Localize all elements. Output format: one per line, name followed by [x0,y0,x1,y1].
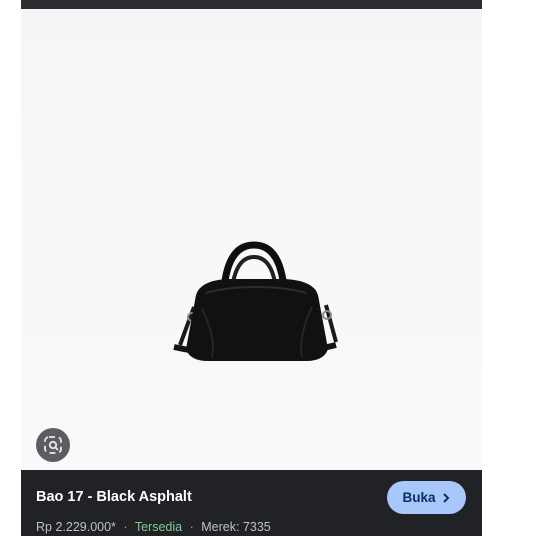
top-strip [21,0,482,9]
product-brand: Merek: 7335 [201,520,271,534]
lens-search-icon [44,436,62,454]
meta-separator: · [189,520,194,534]
open-button-label: Buka [402,490,436,505]
lens-search-button[interactable] [36,428,70,462]
product-price: Rp 2.229.000* [36,520,116,534]
product-title[interactable]: Bao 17 - Black Asphalt [36,489,192,505]
open-button[interactable]: Buka [387,481,466,514]
product-meta: Rp 2.229.000* · Tersedia · Merek: 7335 [36,520,271,534]
chevron-right-icon [442,492,449,503]
meta-separator: · [123,520,128,534]
availability-status: Tersedia [134,520,183,534]
product-image [166,237,341,372]
handbag-image [173,241,338,361]
product-image-area[interactable] [21,9,482,470]
product-info-bar: Bao 17 - Black Asphalt Rp 2.229.000* · T… [21,470,482,536]
product-preview-panel: Bao 17 - Black Asphalt Rp 2.229.000* · T… [21,0,482,536]
